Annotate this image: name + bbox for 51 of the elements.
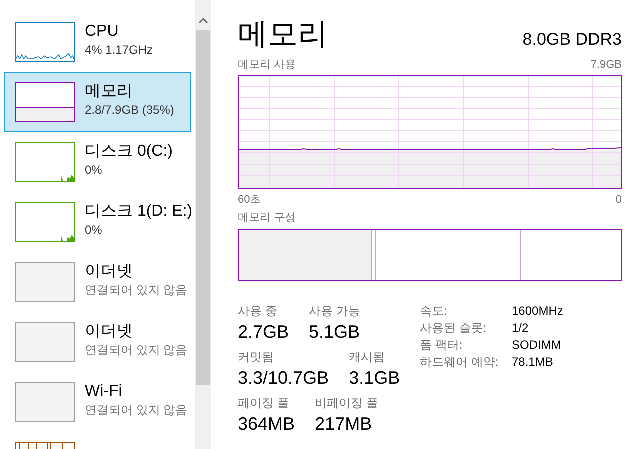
sidebar-item[interactable]: 메모리 2.8/7.9GB (35%) (4, 72, 191, 132)
stat-value: 5.1GB (309, 321, 360, 344)
stat-label: 캐시됨 (349, 349, 386, 365)
sidebar-item[interactable]: 디스크 1(D: E:) 0% (4, 192, 191, 252)
property-value: 1600MHz (512, 303, 564, 319)
chart-label: 메모리 구성 (238, 211, 296, 225)
time-axis-end: 0 (616, 193, 622, 207)
memory-type: 8.0GB DDR3 (522, 29, 622, 51)
property-value: SODIMM (512, 337, 562, 353)
property-value: 1/2 (512, 320, 530, 336)
item-name: 디스크 1(D: E:) (85, 202, 190, 222)
item-detail: 0% (85, 222, 104, 238)
item-detail: 0% (85, 162, 104, 178)
item-detail: 4% 1.17GHz (85, 42, 154, 58)
item-detail: 2.8/7.9GB (35%) (85, 102, 174, 118)
item-detail: 연결되어 있지 않음 (85, 402, 188, 418)
time-axis-start: 60초 (238, 193, 262, 207)
stat-label: 커밋됨 (238, 349, 275, 365)
stat-label: 비페이징 풀 (315, 395, 378, 411)
stat-value: 3.3/10.7GB (238, 367, 330, 390)
item-detail: 연결되어 있지 않음 (85, 342, 188, 358)
stat-value: 3.1GB (349, 367, 400, 390)
stat-label: 페이징 풀 (238, 395, 290, 411)
item-name: Wi-Fi (85, 382, 124, 402)
stat-label: 사용 중 (238, 303, 278, 319)
property-label: 하드웨어 예약: (420, 354, 500, 370)
sidebar-item[interactable]: 이더넷 연결되어 있지 않음 (4, 252, 191, 312)
property-value: 78.1MB (512, 354, 554, 370)
scroll-thumb[interactable] (196, 30, 210, 385)
sidebar-item[interactable]: 이더넷 연결되어 있지 않음 (4, 312, 191, 372)
stat-value: 2.7GB (238, 321, 290, 344)
scrollbar[interactable] (195, 0, 211, 449)
property-label: 속도: (420, 303, 448, 319)
item-detail: 연결되어 있지 않음 (85, 282, 188, 298)
stat-label: 사용 가능 (309, 303, 360, 319)
item-name: CPU (85, 22, 120, 42)
property-label: 폼 팩터: (420, 337, 464, 353)
item-name: 이더넷 (85, 322, 134, 342)
page-title: 메모리 (238, 17, 328, 53)
item-name: 메모리 (85, 82, 134, 102)
property-label: 사용된 슬롯: (420, 320, 488, 336)
scroll-up-icon[interactable] (198, 18, 208, 24)
sidebar-item[interactable]: 디스크 0(C:) 0% (4, 132, 191, 192)
stat-value: 364MB (238, 413, 296, 436)
sidebar-item[interactable]: Wi-Fi 연결되어 있지 않음 (4, 372, 191, 432)
sidebar-item[interactable]: CPU 4% 1.17GHz (4, 12, 191, 72)
stat-value: 217MB (315, 413, 374, 436)
chart-max-label: 7.9GB (590, 58, 622, 72)
item-name: 이더넷 (85, 262, 134, 282)
item-name: 디스크 0(C:) (85, 142, 173, 162)
chart-label: 메모리 사용 (238, 58, 296, 72)
